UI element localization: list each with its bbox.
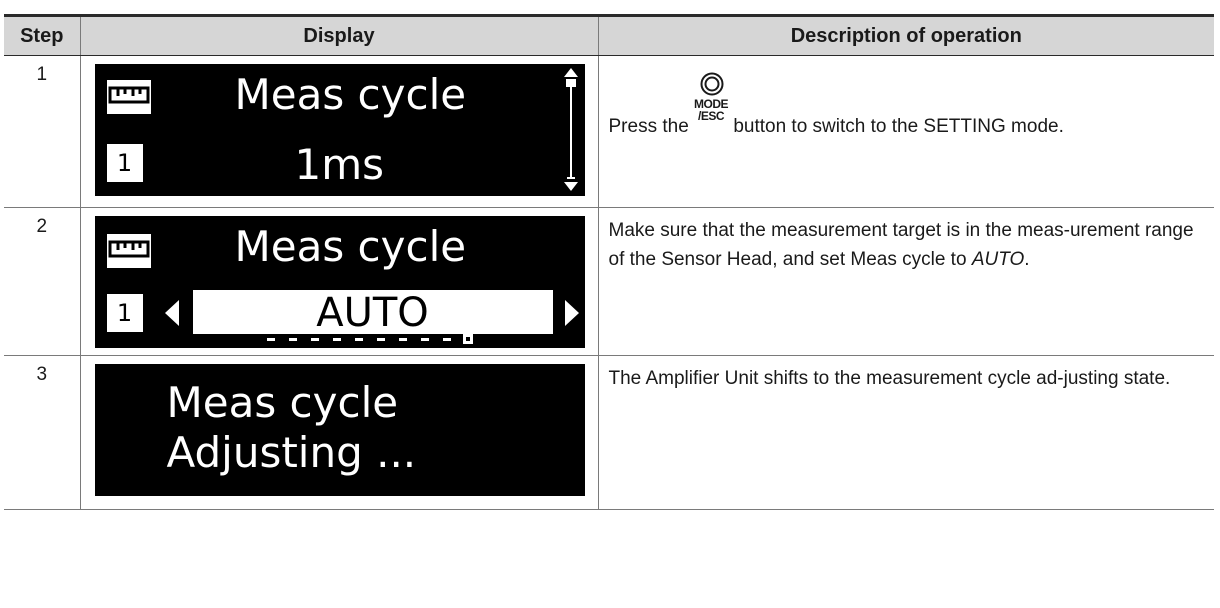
step-number: 2 [4, 207, 81, 356]
left-arrow-icon [164, 300, 179, 326]
description-text: Make sure that the measurement target is… [608, 220, 1194, 270]
description-cell: Press the MODE/ESC button to switch to t… [597, 55, 1214, 208]
table-row: 1 Meas cycle 1 1ms Press the MODE /ESC b… [4, 55, 1214, 208]
lcd-line-1: Meas cycle [166, 378, 399, 427]
step-number: 1 [4, 55, 81, 208]
lcd-value-selected: AUTO [192, 290, 553, 336]
display-cell: Meas cycle Adjusting ... [79, 355, 599, 510]
table-row: 3 Meas cycle Adjusting ... The Amplifier… [4, 355, 1214, 510]
header-step: Step [4, 14, 81, 56]
description-text: Press the MODE/ESC button to switch to t… [609, 64, 1203, 141]
description-text: The Amplifier Unit shifts to the measure… [608, 368, 1171, 389]
header-description: Description of operation [597, 14, 1214, 56]
step-number: 3 [4, 355, 81, 510]
display-cell: Meas cycle 1 AUTO [79, 207, 599, 356]
lcd-title: Meas cycle [234, 70, 467, 119]
header-display: Display [79, 14, 599, 56]
lcd-screen: Meas cycle 1 1ms [94, 64, 585, 196]
scroll-bar-icon [563, 68, 579, 192]
lcd-title: Meas cycle [234, 222, 467, 271]
bank-number: 1 [106, 144, 143, 182]
lcd-value: 1ms [294, 140, 385, 189]
ruler-icon [106, 234, 151, 268]
description-cell: The Amplifier Unit shifts to the measure… [597, 355, 1214, 510]
procedure-table: Step Display Description of operation 1 [4, 14, 1214, 510]
option-dots-white [266, 338, 451, 341]
bank-number: 1 [106, 294, 143, 332]
description-cell: Make sure that the measurement target is… [597, 207, 1214, 356]
ruler-icon [106, 80, 151, 114]
lcd-line-2: Adjusting ... [166, 428, 417, 477]
table-header-row: Step Display Description of operation [4, 14, 1214, 56]
lcd-screen: Meas cycle Adjusting ... [94, 364, 585, 496]
table-row: 2 Meas cycle 1 AUTO Make sure that the m… [4, 207, 1214, 356]
emphasis-value: AUTO [971, 249, 1025, 270]
display-cell: Meas cycle 1 1ms [79, 55, 599, 208]
lcd-screen: Meas cycle 1 AUTO [94, 216, 585, 348]
right-arrow-icon [564, 300, 579, 326]
mode-esc-button-icon: MODE/ESC [694, 72, 729, 132]
